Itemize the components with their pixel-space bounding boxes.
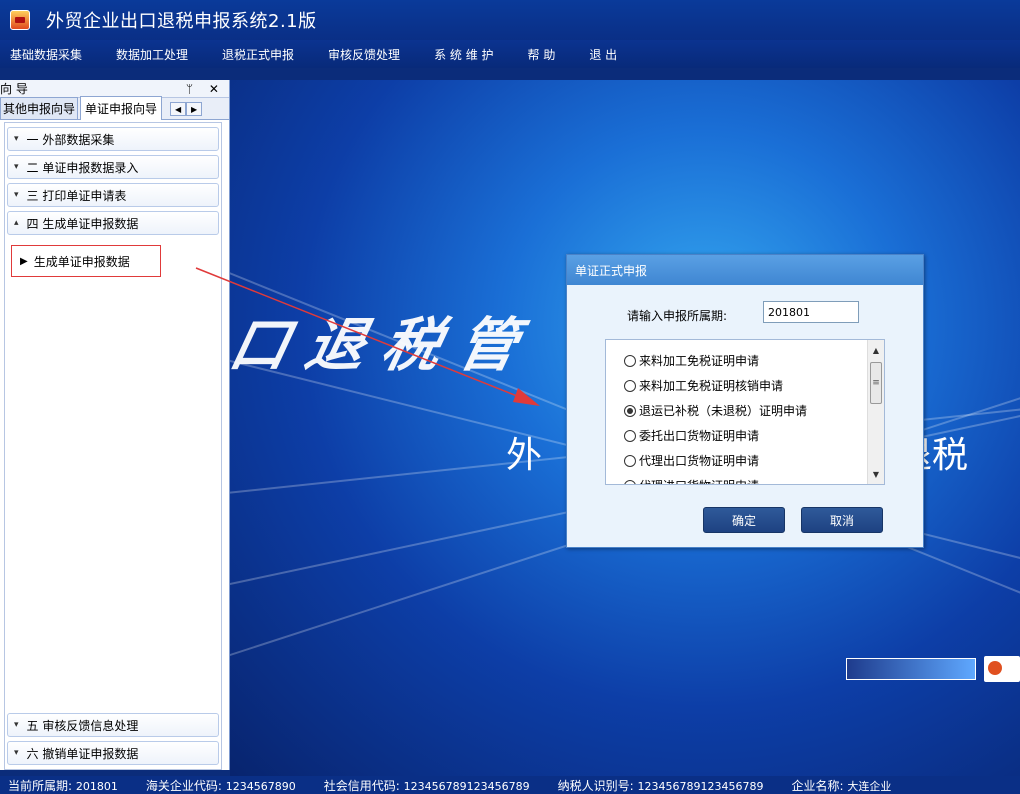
- wizard-section-3[interactable]: ▾ 三 打印单证申请表: [7, 183, 219, 207]
- status-label: 纳税人识别号:: [557, 778, 634, 793]
- declaration-type-list: 来料加工免税证明申请 来料加工免税证明核销申请 退运已补税（未退税）证明申请 委…: [605, 339, 885, 485]
- tab-scroll-buttons: ◀ ▶: [170, 102, 203, 116]
- option-label: 委托出口货物证明申请: [639, 429, 760, 443]
- status-label: 社会信用代码:: [323, 778, 400, 793]
- option-label: 来料加工免税证明申请: [639, 354, 760, 368]
- wizard-section-label: 六 撤销单证申报数据: [26, 746, 139, 761]
- option-label: 代理进口货物证明申请: [639, 477, 759, 484]
- status-label: 当前所属期:: [8, 778, 73, 793]
- formal-declaration-dialog: 单证正式申报 请输入申报所属期: 来料加工免税证明申请 来料加工免税证明核销申请…: [566, 254, 924, 548]
- dialog-title: 单证正式申报: [567, 255, 923, 285]
- status-company-name: 企业名称: 大连企业: [791, 777, 891, 794]
- tab-scroll-left-icon[interactable]: ◀: [170, 102, 187, 116]
- app-title: 外贸企业出口退税申报系统2.1版: [46, 11, 317, 32]
- splash-text-left: 外: [506, 435, 543, 476]
- wizard-item-generate-data[interactable]: ▶ 生成单证申报数据: [11, 245, 161, 277]
- play-arrow-icon: ▶: [20, 255, 28, 267]
- option-label: 来料加工免税证明核销申请: [639, 379, 784, 393]
- pin-close-icons[interactable]: ᛘ ✕: [186, 82, 225, 96]
- chevron-down-icon: ▾: [14, 134, 19, 144]
- dialog-body: 请输入申报所属期: 来料加工免税证明申请 来料加工免税证明核销申请 退运已补税（…: [567, 285, 923, 547]
- list-scrollbar[interactable]: ▲ ≡ ▼: [867, 340, 884, 484]
- status-value: 大连企业: [847, 779, 892, 793]
- status-value: 201801: [75, 779, 118, 793]
- cancel-button[interactable]: 取消: [801, 507, 883, 533]
- option-item[interactable]: 代理进口货物证明申请: [606, 473, 884, 484]
- option-item[interactable]: 代理出口货物证明申请: [606, 448, 884, 473]
- radio-button[interactable]: [624, 379, 636, 392]
- chevron-down-icon: ▾: [14, 190, 19, 200]
- wizard-panel-title: 向 导: [0, 82, 28, 96]
- ok-button[interactable]: 确定: [703, 507, 785, 533]
- vendor-logo-2: [984, 656, 1020, 682]
- option-label: 退运已补税（未退税）证明申请: [639, 404, 808, 418]
- wizard-section-label: 二 单证申报数据录入: [26, 160, 139, 175]
- radio-button[interactable]: [624, 429, 636, 442]
- menu-exit[interactable]: 退 出: [589, 46, 617, 63]
- tab-other-wizard[interactable]: 其他申报向导: [0, 97, 79, 119]
- radio-button[interactable]: [624, 454, 636, 467]
- status-customs-code: 海关企业代码: 1234567890: [146, 777, 296, 794]
- status-period: 当前所属期: 201801: [8, 777, 118, 794]
- option-label: 代理出口货物证明申请: [639, 454, 760, 468]
- status-value: 123456789123456789: [637, 779, 764, 793]
- wizard-section-label: 四 生成单证申报数据: [26, 216, 139, 231]
- wizard-section-label: 三 打印单证申请表: [26, 188, 127, 203]
- title-bar: 外贸企业出口退税申报系统2.1版: [0, 0, 1020, 40]
- scroll-down-icon[interactable]: ▼: [868, 466, 884, 482]
- wizard-panel: 向 导 ᛘ ✕ 其他申报向导 单证申报向导 ◀ ▶ ▾ 一 外部数据采集 ▾ 二…: [0, 80, 230, 770]
- scroll-thumb[interactable]: ≡: [870, 362, 882, 404]
- wizard-section-4[interactable]: ▴ 四 生成单证申报数据: [7, 211, 219, 235]
- option-item[interactable]: 来料加工免税证明申请: [606, 348, 884, 373]
- wizard-section-2[interactable]: ▾ 二 单证申报数据录入: [7, 155, 219, 179]
- chevron-down-icon: ▾: [14, 748, 19, 758]
- option-item[interactable]: 来料加工免税证明核销申请: [606, 373, 884, 398]
- radio-button[interactable]: [624, 354, 636, 367]
- menu-data-processing[interactable]: 数据加工处理: [116, 46, 188, 63]
- splash-text-large: 口退税管: [230, 311, 543, 379]
- menu-system-maintenance[interactable]: 系 统 维 护: [434, 46, 493, 63]
- wizard-section-label: 一 外部数据采集: [26, 132, 115, 147]
- wizard-body: ▾ 一 外部数据采集 ▾ 二 单证申报数据录入 ▾ 三 打印单证申请表 ▴ 四 …: [4, 122, 222, 770]
- radio-button-selected[interactable]: [624, 404, 636, 417]
- wizard-bottom-sections: ▾ 五 审核反馈信息处理 ▾ 六 撤销单证申报数据: [5, 709, 221, 765]
- option-item[interactable]: 退运已补税（未退税）证明申请: [606, 398, 884, 423]
- chevron-down-icon: ▾: [14, 720, 19, 730]
- status-bar: 当前所属期: 201801 海关企业代码: 1234567890 社会信用代码:…: [0, 776, 1020, 794]
- tab-document-wizard[interactable]: 单证申报向导: [80, 96, 163, 120]
- status-label: 海关企业代码:: [145, 778, 222, 793]
- option-item[interactable]: 委托出口货物证明申请: [606, 423, 884, 448]
- wizard-section-label: 五 审核反馈信息处理: [26, 718, 139, 733]
- menu-audit-feedback[interactable]: 审核反馈处理: [328, 46, 400, 63]
- period-label: 请输入申报所属期:: [627, 309, 728, 323]
- status-value: 123456789123456789: [403, 779, 530, 793]
- status-value: 1234567890: [225, 779, 296, 793]
- scroll-up-icon[interactable]: ▲: [868, 342, 884, 358]
- menu-help[interactable]: 帮 助: [528, 46, 556, 63]
- radio-button[interactable]: [624, 479, 636, 484]
- chevron-up-icon: ▴: [14, 218, 19, 228]
- wizard-tabs: 其他申报向导 单证申报向导 ◀ ▶: [0, 96, 229, 120]
- tab-scroll-right-icon[interactable]: ▶: [186, 102, 203, 116]
- menu-basic-data[interactable]: 基础数据采集: [10, 46, 82, 63]
- wizard-section-5[interactable]: ▾ 五 审核反馈信息处理: [7, 713, 219, 737]
- status-credit-code: 社会信用代码: 123456789123456789: [324, 777, 530, 794]
- app-logo-icon: [10, 10, 30, 30]
- menu-bar: 基础数据采集 数据加工处理 退税正式申报 审核反馈处理 系 统 维 护 帮 助 …: [0, 40, 1020, 68]
- status-label: 企业名称:: [791, 778, 844, 793]
- period-input[interactable]: [763, 301, 859, 323]
- wizard-section-1[interactable]: ▾ 一 外部数据采集: [7, 127, 219, 151]
- vendor-logo: [846, 658, 976, 680]
- status-taxpayer-id: 纳税人识别号: 123456789123456789: [558, 777, 764, 794]
- wizard-section-6[interactable]: ▾ 六 撤销单证申报数据: [7, 741, 219, 765]
- menu-formal-declaration[interactable]: 退税正式申报: [222, 46, 294, 63]
- wizard-item-label: 生成单证申报数据: [33, 254, 130, 269]
- chevron-down-icon: ▾: [14, 162, 19, 172]
